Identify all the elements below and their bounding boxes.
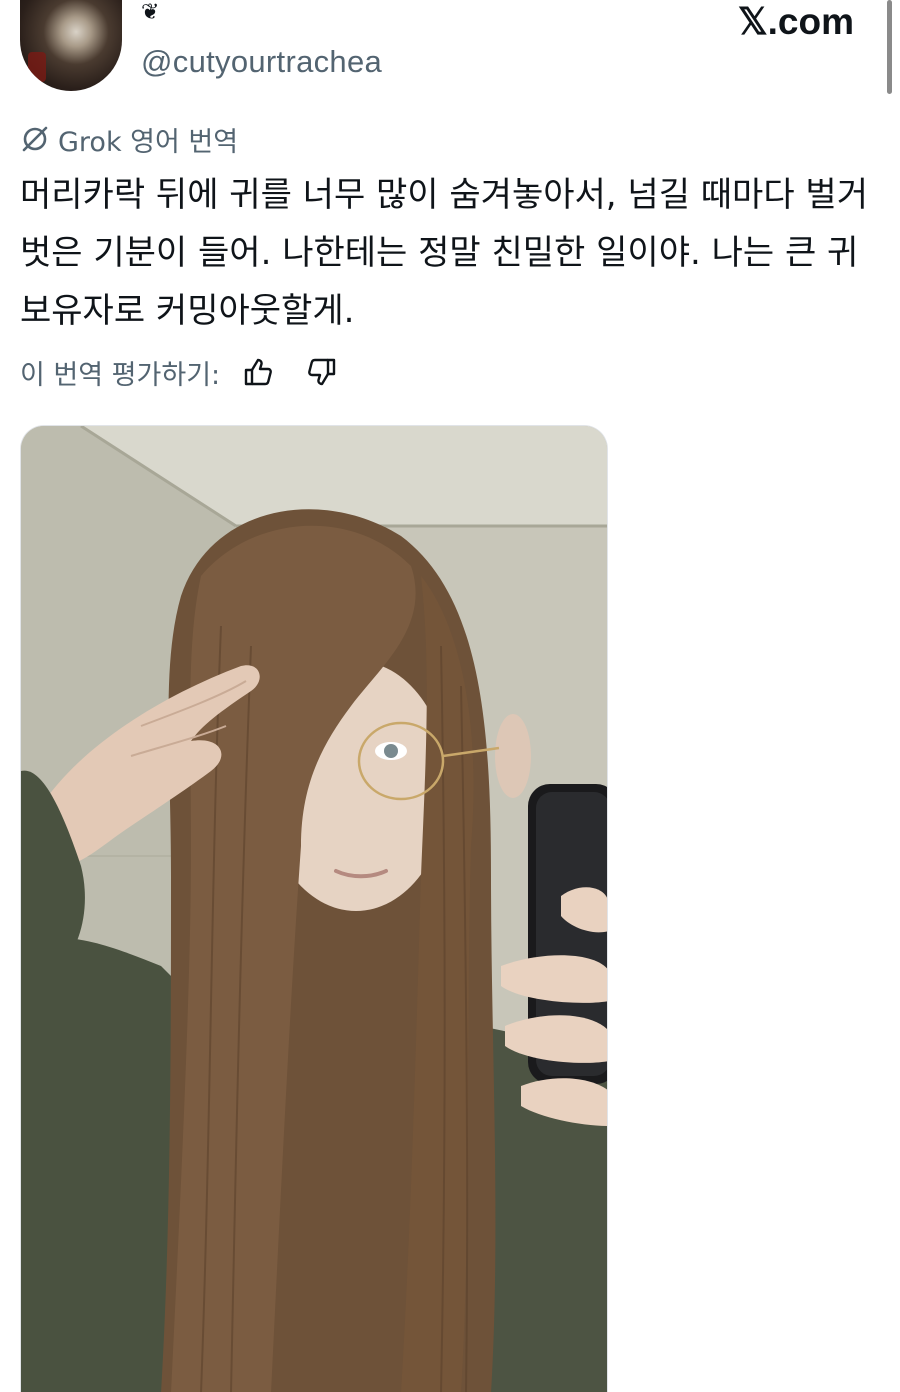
tweet-text: 머리카락 뒤에 귀를 너무 많이 숨겨놓아서, 넘길 때마다 벌거벗은 기분이 … [20, 175, 868, 331]
thumbs-up-button[interactable] [238, 352, 278, 392]
grok-icon [22, 126, 48, 152]
thumbs-down-button[interactable] [302, 352, 342, 392]
thumbs-up-icon [244, 358, 273, 386]
translation-label: Grok 영어 번역 [58, 126, 239, 158]
user-handle[interactable]: @cutyourtrachea [141, 44, 382, 80]
avatar[interactable] [20, 0, 122, 91]
avatar-detail [28, 52, 46, 82]
translation-rating-row: 이 번역 평가하기: [20, 351, 342, 393]
site-brand: 𝕏.com [737, 1, 854, 42]
scrollbar[interactable] [887, 0, 892, 94]
tweet-photo[interactable] [20, 425, 608, 1392]
mirror-selfie-photo [21, 426, 607, 1392]
flower-badge-icon: ❦ [141, 0, 160, 25]
tweet-page: ❦ @cutyourtrachea 𝕏.com Grok 영어 번역 머리카락 … [0, 0, 900, 1392]
thumbs-down-icon [308, 358, 336, 386]
rating-prompt: 이 번역 평가하기: [20, 359, 221, 391]
translation-label-row: Grok 영어 번역 [20, 121, 239, 158]
